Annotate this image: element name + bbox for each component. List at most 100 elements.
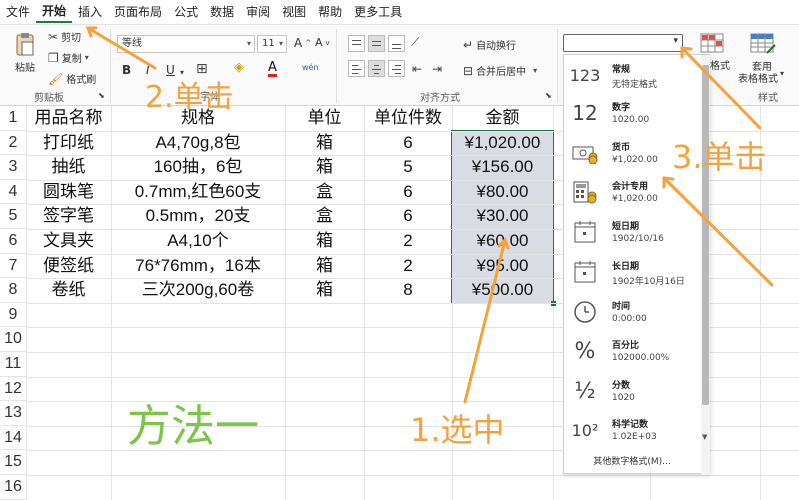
unit-cell[interactable]: 盒 [285,204,364,229]
column-header-cell[interactable]: 金额 [452,106,553,131]
row-header[interactable]: 10 [0,327,26,352]
item-name-cell[interactable]: 便签纸 [26,254,111,279]
item-name-cell[interactable]: 文具夹 [26,229,111,254]
menu-home[interactable]: 开始 [36,1,73,23]
spec-cell[interactable]: A4,70g,8包 [111,131,285,156]
more-number-formats-link[interactable]: 其他数字格式(M)... [564,451,700,473]
amount-cell[interactable]: ¥500.00 [452,278,553,303]
qty-cell[interactable]: 6 [364,180,452,205]
row-header[interactable]: 16 [0,475,26,500]
menu-page-layout[interactable]: 页面布局 [108,0,168,24]
row-header[interactable]: 9 [0,302,26,328]
row-header[interactable]: 14 [0,425,26,451]
number-format-combo[interactable]: ▾ [563,34,683,52]
row-header[interactable]: 7 [0,253,26,279]
amount-cell[interactable]: ¥60.00 [452,229,553,254]
amount-cell[interactable]: ¥156.00 [452,155,553,180]
phonetic-icon[interactable]: wén [302,61,319,75]
row-header[interactable]: 5 [0,204,26,229]
qty-cell[interactable]: 5 [364,155,452,180]
item-name-cell[interactable]: 抽纸 [26,155,111,180]
fill-color-icon[interactable]: ◈ [234,61,244,75]
row-header[interactable]: 1 [0,106,26,131]
orientation-icon[interactable]: ⟋ [411,35,419,49]
menu-help[interactable]: 帮助 [312,0,348,24]
unit-cell[interactable]: 箱 [285,131,364,156]
row-header[interactable]: 12 [0,376,26,402]
scrollbar-thumb[interactable] [702,65,709,405]
copy-button[interactable]: ❐ 复制 ▾ [48,50,89,66]
format-option-long-date[interactable]: 长日期 1902年10月16日 [564,252,700,292]
conditional-format-icon[interactable] [700,33,724,53]
format-option-scientific[interactable]: 10² 科学记数 1.02E+03 [564,410,700,450]
menu-insert[interactable]: 插入 [72,0,108,24]
merge-center-button[interactable]: ⊟ 合并后居中 ▾ [463,63,537,79]
menu-formulas[interactable]: 公式 [168,0,204,24]
qty-cell[interactable]: 6 [364,204,452,229]
amount-cell[interactable]: ¥1,020.00 [452,131,553,156]
table-format-label-2[interactable]: 表格格式 [738,70,778,85]
spec-cell[interactable]: 三次200g,60卷 [111,278,285,303]
menu-file[interactable]: 文件 [0,0,36,24]
increase-font-icon[interactable]: A ^ [294,36,311,50]
font-name-combo[interactable]: 等线 ▾ [117,35,255,53]
row-header[interactable]: 3 [0,155,26,180]
format-option-fraction[interactable]: ½ 分数 1020 [564,371,700,411]
chevron-down-icon[interactable]: ▾ [673,36,678,46]
indent-increase-icon[interactable]: ⇥ [432,62,442,76]
row-header[interactable]: 11 [0,352,26,377]
decrease-font-icon[interactable]: Av [315,36,330,49]
row-header[interactable]: 15 [0,450,26,475]
amount-cell[interactable]: ¥95.00 [452,254,553,279]
amount-cell[interactable]: ¥80.00 [452,180,553,205]
align-top-icon[interactable] [348,35,365,52]
row-header[interactable]: 8 [0,278,26,303]
column-header-cell[interactable]: 用品名称 [26,106,111,131]
table-format-icon[interactable] [750,33,776,55]
format-option-general[interactable]: 123 常规 无特定格式 [564,55,700,95]
bold-button[interactable]: B [122,63,131,77]
unit-cell[interactable]: 箱 [285,229,364,254]
unit-cell[interactable]: 箱 [285,155,364,180]
menu-more-tools[interactable]: 更多工具 [348,0,408,24]
spec-cell[interactable]: A4,10个 [111,229,285,254]
format-option-time[interactable]: 时间 0:00:00 [564,292,700,332]
column-header-cell[interactable]: 单位 [285,106,364,131]
dialog-launcher-icon[interactable]: ⬊ [98,89,105,103]
qty-cell[interactable]: 8 [364,278,452,303]
dropdown-scrollbar[interactable]: ▼ [701,55,710,475]
qty-cell[interactable]: 2 [364,229,452,254]
chevron-down-icon[interactable]: ▾ [780,67,784,81]
format-option-short-date[interactable]: 短日期 1902/10/16 [564,212,700,252]
item-name-cell[interactable]: 卷纸 [26,278,111,303]
amount-cell[interactable]: ¥30.00 [452,204,553,229]
unit-cell[interactable]: 箱 [285,278,364,303]
menu-review[interactable]: 审阅 [240,0,276,24]
menu-data[interactable]: 数据 [204,0,240,24]
align-right-icon[interactable] [388,60,405,77]
spec-cell[interactable]: 76*76mm，16本 [111,254,285,279]
item-name-cell[interactable]: 圆珠笔 [26,180,111,205]
row-header[interactable]: 4 [0,179,26,205]
format-option-number[interactable]: 12 数字 1020.00 [564,93,700,133]
font-size-combo[interactable]: 11 ▾ [257,35,287,53]
paste-button[interactable]: 粘贴 [10,31,40,74]
wrap-text-button[interactable]: ↵ 自动换行 [463,37,516,53]
format-option-accounting[interactable]: 会计专用 ¥1,020.00 [564,172,700,212]
align-middle-icon[interactable] [368,35,385,52]
align-center-icon[interactable] [368,60,385,77]
menu-view[interactable]: 视图 [276,0,312,24]
font-color-button[interactable]: A [268,61,277,77]
row-header[interactable]: 2 [0,130,26,156]
item-name-cell[interactable]: 打印纸 [26,131,111,156]
row-header[interactable]: 13 [0,401,26,426]
indent-decrease-icon[interactable]: ⇤ [412,62,422,76]
unit-cell[interactable]: 盒 [285,180,364,205]
format-option-percent[interactable]: % 百分比 102000.00% [564,331,700,371]
align-bottom-icon[interactable] [388,35,405,52]
scroll-down-icon[interactable]: ▼ [702,433,707,441]
spec-cell[interactable]: 0.5mm，20支 [111,204,285,229]
dialog-launcher-icon[interactable]: ⬊ [545,89,552,103]
spec-cell[interactable]: 0.7mm,红色60支 [111,180,285,205]
row-header[interactable]: 6 [0,229,26,254]
